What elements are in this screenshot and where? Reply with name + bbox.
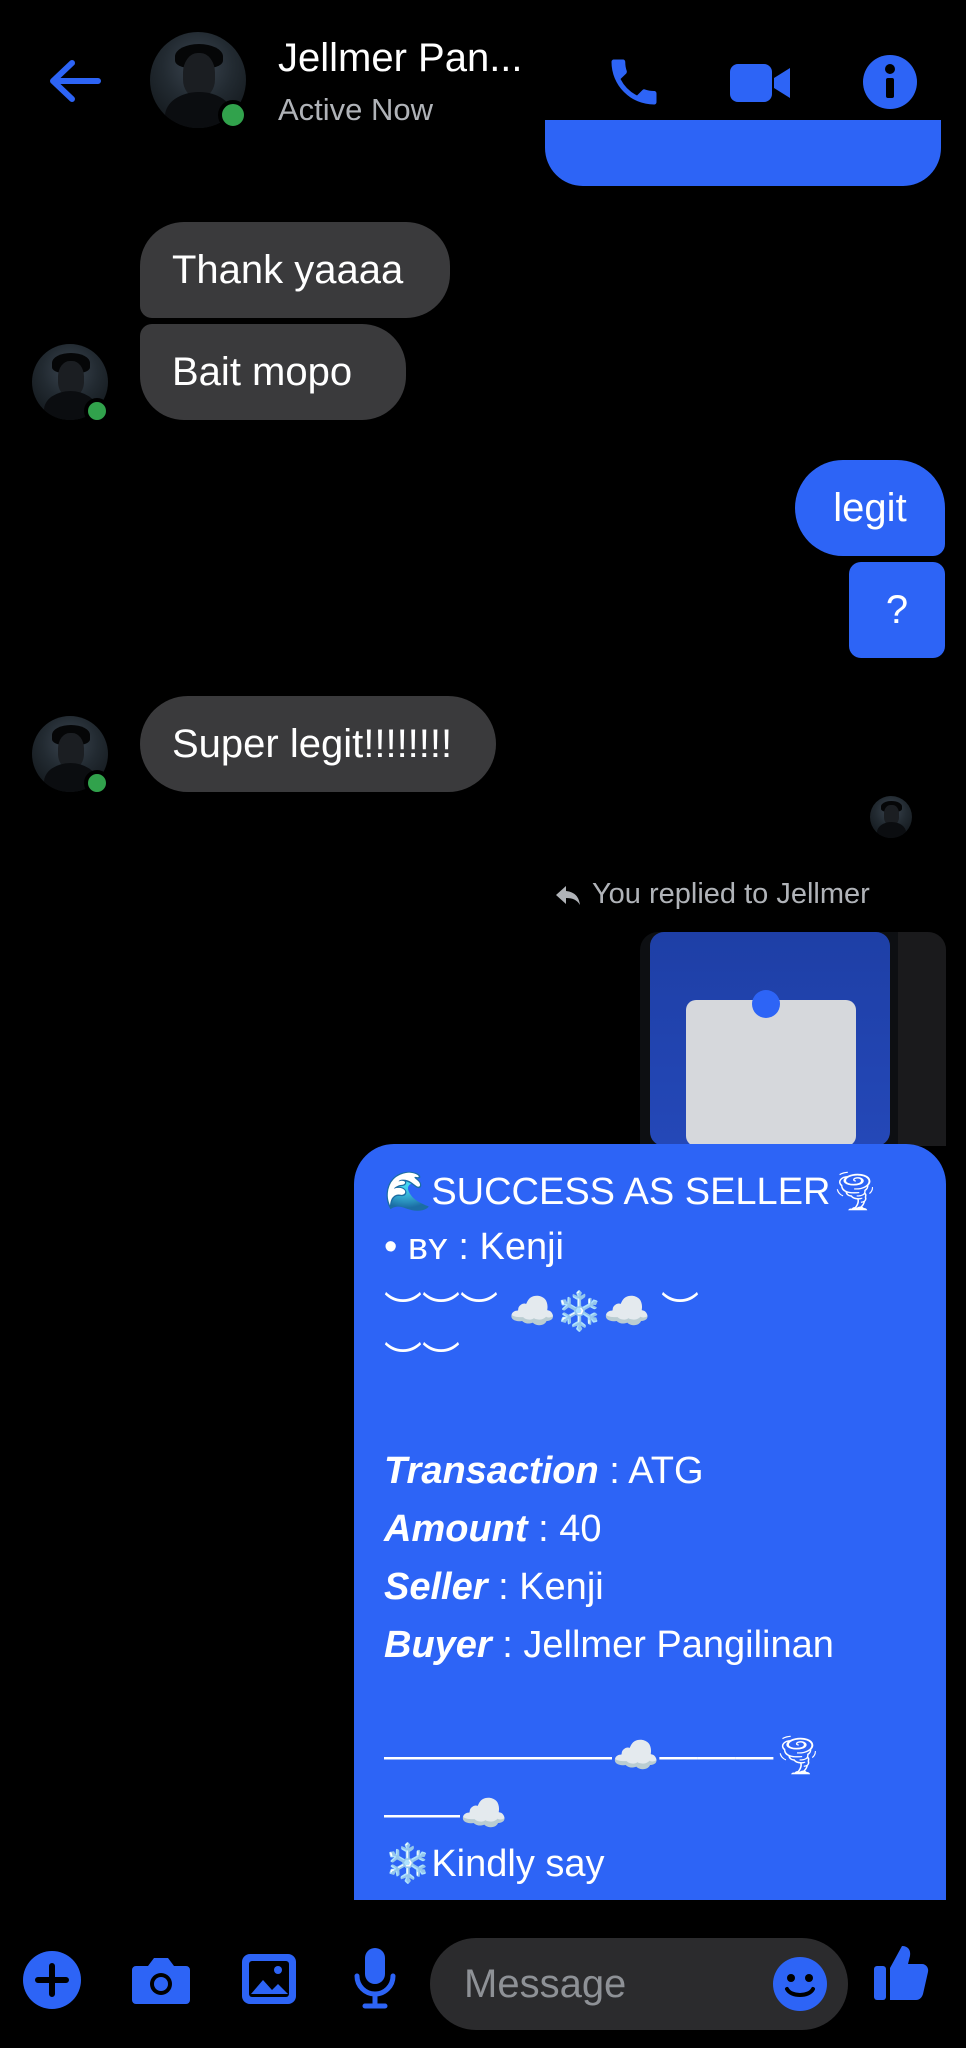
seller-line: Seller : Kenji [384, 1566, 604, 1609]
amount-value: : 40 [527, 1508, 602, 1550]
reply-icon [554, 884, 582, 906]
plus-icon[interactable] [22, 1950, 82, 2010]
receipt-message-bubble[interactable]: 🌊SUCCESS AS SELLER🌪 • ʙʏ : Kenji ︶︶︶ ☁️❄… [354, 1144, 946, 1904]
buyer-line: Buyer : Jellmer Pangilinan [384, 1624, 834, 1667]
message-text: legit [833, 485, 907, 530]
transaction-line: Transaction : ATG [384, 1450, 704, 1493]
receipt-decoration: ︶︶︶ ☁️❄️☁️ ︶ [384, 1291, 700, 1333]
previous-message-bubble[interactable] [545, 120, 941, 186]
microphone-icon[interactable] [352, 1946, 398, 2010]
transaction-value: : ATG [598, 1450, 704, 1492]
message-placeholder: Message [464, 1962, 627, 2006]
replied-image-preview[interactable] [640, 932, 946, 1146]
emoji-icon[interactable] [772, 1956, 828, 2012]
buyer-label: Buyer [384, 1624, 492, 1666]
outgoing-message-bubble[interactable]: ? [849, 562, 945, 658]
info-icon[interactable] [862, 54, 918, 110]
receipt-divider: ——————☁️———🌪 [384, 1735, 822, 1777]
video-camera-icon[interactable] [728, 58, 794, 108]
receipt-divider: ——☁️ [384, 1793, 508, 1835]
message-input[interactable]: Message [430, 1938, 848, 2030]
preview-edge [898, 932, 946, 1146]
buyer-value: : Jellmer Pangilinan [491, 1624, 834, 1666]
online-indicator [218, 100, 248, 130]
amount-label: Amount [384, 1508, 528, 1550]
online-indicator [84, 398, 110, 424]
message-text: Bait mopo [172, 349, 353, 394]
phone-icon[interactable] [604, 52, 664, 112]
receipt-decoration: ︶︶ [384, 1341, 461, 1383]
incoming-message-bubble[interactable]: Thank yaaaa [140, 222, 450, 318]
message-text: Thank yaaaa [172, 247, 404, 292]
reply-label: You replied to Jellmer [592, 878, 870, 910]
amount-line: Amount : 40 [384, 1508, 601, 1551]
incoming-message-bubble[interactable]: Super legit!!!!!!!! [140, 696, 496, 792]
message-text: ? [885, 587, 909, 632]
preview-card [686, 1000, 856, 1146]
online-indicator [84, 770, 110, 796]
active-status: Active Now [278, 92, 434, 127]
message-text: Super legit!!!!!!!! [172, 721, 453, 766]
seller-label: Seller [384, 1566, 488, 1608]
composer-bar: Message [0, 1900, 966, 2048]
thumbs-up-icon[interactable] [872, 1942, 930, 2002]
by-value: Kenji [479, 1226, 564, 1268]
receipt-title: 🌊SUCCESS AS SELLER🌪 [384, 1171, 879, 1213]
receipt-by-line: • ʙʏ : Kenji [384, 1226, 564, 1269]
receipt-closing: ❄️Kindly say [384, 1843, 605, 1885]
by-label: • ʙʏ : [384, 1226, 480, 1268]
seller-value: : Kenji [487, 1566, 604, 1608]
reply-context: You replied to Jellmer [554, 878, 870, 911]
image-icon[interactable] [240, 1952, 298, 2006]
camera-icon[interactable] [130, 1952, 192, 2008]
incoming-message-bubble[interactable]: Bait mopo [140, 324, 406, 420]
back-arrow-icon[interactable] [44, 56, 104, 106]
transaction-label: Transaction [384, 1450, 599, 1492]
contact-name[interactable]: Jellmer Pan... [278, 36, 523, 81]
outgoing-message-bubble[interactable]: legit [795, 460, 945, 556]
preview-badge [752, 990, 780, 1018]
read-receipt-avatar [870, 796, 912, 838]
